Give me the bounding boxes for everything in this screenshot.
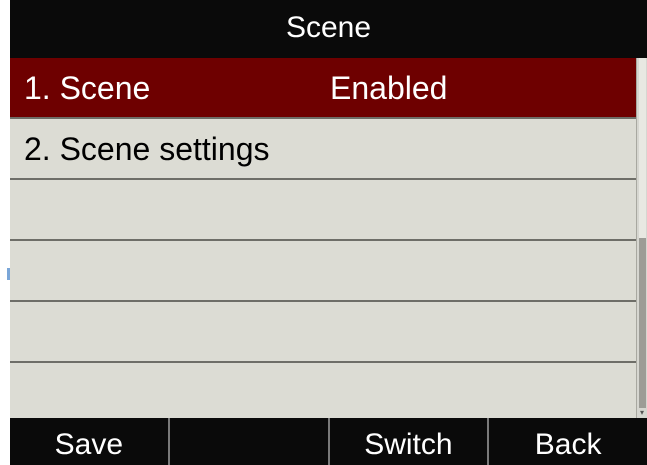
menu-item-empty: [10, 302, 636, 363]
menu-item-empty: [10, 180, 636, 241]
menu-item-value: Enabled: [330, 70, 448, 106]
scrollbar-thumb[interactable]: [639, 58, 646, 238]
softkey-bar: Save Switch Back: [10, 418, 647, 465]
menu-item-scene[interactable]: 1. Scene Enabled: [10, 58, 636, 119]
menu-item-empty: [10, 363, 636, 422]
save-softkey[interactable]: Save: [10, 418, 170, 465]
scrollbar-track: [639, 238, 646, 408]
empty-softkey[interactable]: [170, 418, 330, 465]
page-title: Scene: [10, 0, 647, 58]
switch-softkey[interactable]: Switch: [330, 418, 490, 465]
scroll-down-arrow-icon[interactable]: ▾: [637, 408, 647, 418]
scrollbar[interactable]: ▾: [636, 58, 647, 418]
menu-item-scene-settings[interactable]: 2. Scene settings: [10, 119, 636, 180]
menu-item-label: 2. Scene settings: [24, 131, 270, 167]
menu-item-label: 1. Scene: [24, 70, 151, 106]
phone-screen: Scene 1. Scene Enabled 2. Scene settings…: [10, 0, 647, 465]
menu-list: 1. Scene Enabled 2. Scene settings: [10, 58, 636, 422]
menu-item-empty: [10, 241, 636, 302]
back-softkey[interactable]: Back: [489, 418, 647, 465]
